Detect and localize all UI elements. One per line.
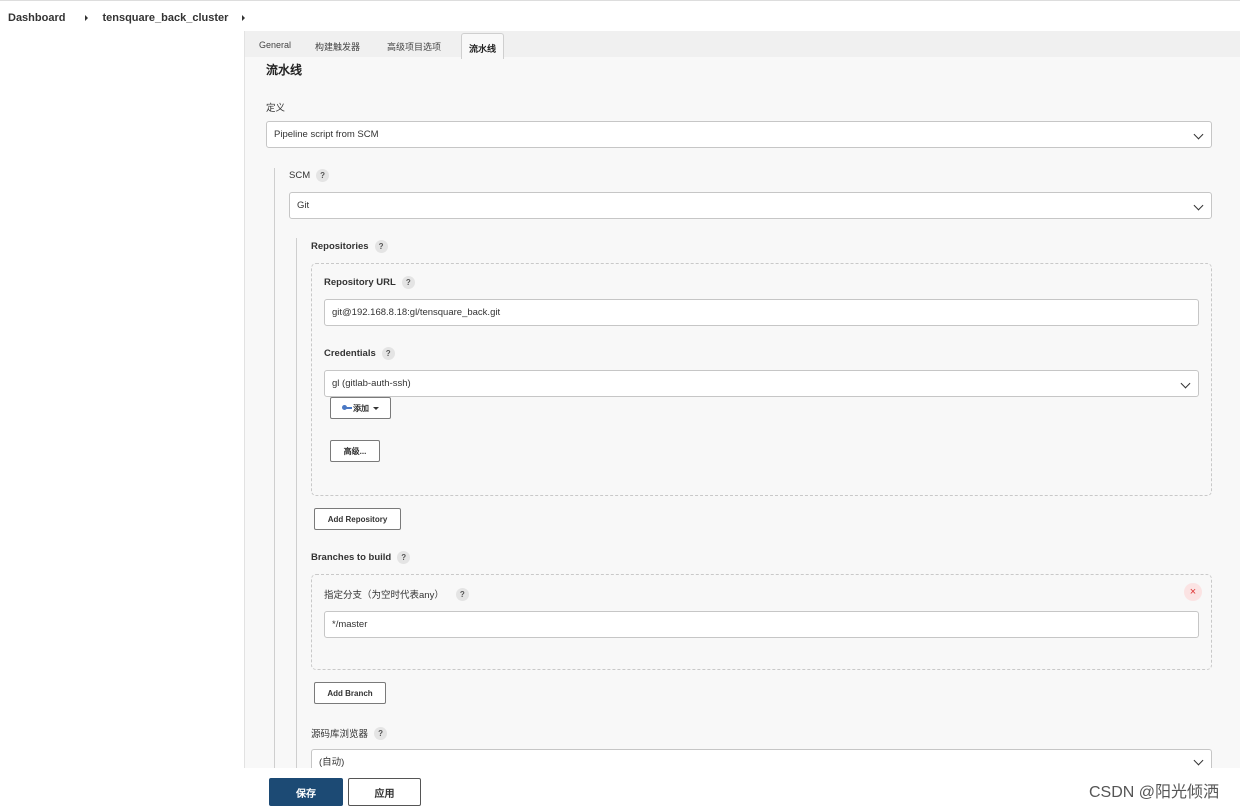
add-credentials-label: 添加 [353, 403, 369, 413]
scm-indent-line [274, 168, 275, 768]
help-icon[interactable]: ? [381, 347, 395, 360]
repo-browser-label-row: 源码库浏览器 ? [311, 726, 388, 740]
help-icon[interactable]: ? [397, 551, 411, 564]
breadcrumb: Dashboard tensquare_back_cluster [8, 10, 246, 26]
branches-label-row: Branches to build ? [311, 551, 411, 564]
advanced-label: 高级... [343, 446, 367, 456]
git-indent-line [296, 238, 297, 768]
breadcrumb-dashboard[interactable]: Dashboard [8, 12, 65, 24]
branch-specifier-label: 指定分支（为空时代表any） [324, 590, 444, 601]
top-border [0, 0, 1240, 1]
caret-down-icon [373, 406, 379, 410]
breadcrumb-separator-icon[interactable] [85, 15, 89, 21]
scm-label-row: SCM ? [289, 169, 330, 182]
credentials-label: Credentials [324, 348, 376, 359]
tab-bar: General 构建触发器 高级项目选项 流水线 [245, 31, 1240, 59]
add-branch-button[interactable]: Add Branch [314, 682, 386, 704]
scm-label: SCM [289, 170, 311, 181]
watermark: CSDN @阳光倾洒 [1089, 784, 1220, 801]
scm-value: Git [297, 200, 310, 211]
apply-label: 应用 [374, 788, 395, 800]
section-title: 流水线 [266, 63, 303, 77]
chevron-down-icon [1193, 129, 1204, 140]
save-button[interactable]: 保存 [269, 778, 343, 806]
help-icon[interactable]: ? [374, 240, 388, 253]
help-icon[interactable]: ? [455, 587, 469, 601]
tab-general[interactable]: General [259, 40, 291, 50]
help-icon[interactable]: ? [374, 726, 388, 740]
repo-url-input[interactable]: git@192.168.8.18:gl/tensquare_back.git [324, 299, 1199, 326]
help-icon[interactable]: ? [401, 276, 415, 289]
branch-value: */master [332, 619, 368, 630]
definition-select[interactable]: Pipeline script from SCM [266, 121, 1212, 148]
breadcrumb-project[interactable]: tensquare_back_cluster [102, 12, 228, 24]
remove-branch-close-icon[interactable]: × [1184, 583, 1202, 601]
breadcrumb-separator-icon[interactable] [242, 15, 246, 21]
scm-select[interactable]: Git [289, 192, 1212, 219]
chevron-down-icon [1193, 200, 1204, 211]
tab-build-triggers[interactable]: 构建触发器 [315, 40, 360, 53]
add-credentials-button[interactable]: 添加 [330, 397, 391, 419]
repo-url-label-row: Repository URL ? [324, 276, 415, 289]
tab-pipeline[interactable]: 流水线 [461, 33, 505, 59]
save-label: 保存 [296, 788, 316, 800]
add-repository-label: Add Repository [327, 514, 388, 524]
repo-browser-select[interactable]: (自动) [311, 749, 1212, 768]
chevron-down-icon [1193, 755, 1204, 766]
repo-browser-label: 源码库浏览器 [311, 729, 369, 740]
repo-url-label: Repository URL [324, 277, 396, 288]
add-branch-label: Add Branch [327, 688, 373, 698]
add-repository-button[interactable]: Add Repository [314, 508, 401, 530]
branch-specifier-label-row: 指定分支（为空时代表any） ? [324, 587, 469, 601]
repositories-label: Repositories [311, 241, 369, 252]
credentials-label-row: Credentials ? [324, 347, 395, 360]
help-icon[interactable]: ? [316, 169, 330, 182]
repositories-label-row: Repositories ? [311, 240, 388, 253]
apply-button[interactable]: 应用 [348, 778, 421, 806]
chevron-down-icon [1180, 378, 1191, 389]
key-icon [342, 405, 352, 410]
advanced-button[interactable]: 高级... [330, 440, 380, 462]
branches-label: Branches to build [311, 552, 392, 563]
definition-label: 定义 [266, 103, 286, 114]
credentials-select[interactable]: gl (gitlab-auth-ssh) [324, 370, 1199, 397]
repo-browser-value: (自动) [319, 757, 345, 768]
definition-value: Pipeline script from SCM [274, 129, 379, 140]
credentials-value: gl (gitlab-auth-ssh) [332, 378, 411, 389]
tab-advanced-options[interactable]: 高级项目选项 [387, 40, 441, 53]
repo-url-value: git@192.168.8.18:gl/tensquare_back.git [332, 307, 501, 318]
branch-specifier-input[interactable]: */master [324, 611, 1199, 638]
